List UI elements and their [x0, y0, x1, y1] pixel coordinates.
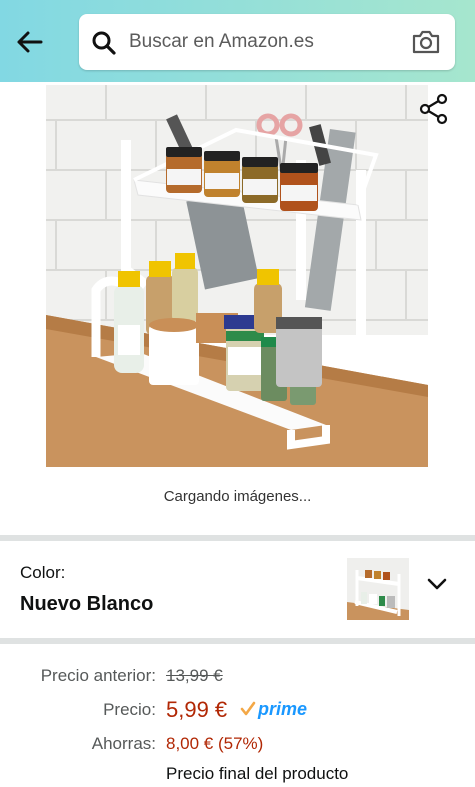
search-icon: [92, 31, 116, 55]
share-button[interactable]: [418, 93, 450, 125]
prime-badge: prime: [240, 697, 307, 721]
final-price-note: Precio final del producto: [166, 764, 349, 783]
previous-price-value: 13,99 €: [166, 666, 223, 685]
color-value: Nuevo Blanco: [20, 593, 154, 615]
search-input[interactable]: [129, 22, 399, 62]
savings-label: Ahorras:: [91, 734, 156, 753]
loading-images-text: Cargando imágenes...: [163, 488, 312, 505]
back-button[interactable]: [12, 26, 46, 58]
chevron-down-icon[interactable]: [426, 573, 448, 595]
search-bar[interactable]: [79, 14, 455, 70]
share-icon: [419, 93, 448, 125]
current-price-value: 5,99 €: [166, 697, 228, 722]
prime-check-icon: [240, 701, 256, 716]
camera-icon[interactable]: [411, 28, 441, 56]
spice-rack-photo: [46, 85, 428, 467]
previous-price-label: Precio anterior:: [40, 666, 156, 685]
prime-label: prime: [258, 698, 308, 719]
top-bar: [0, 0, 475, 82]
color-thumbnail[interactable]: [347, 558, 409, 620]
savings-value: 8,00 € (57%): [166, 734, 264, 753]
color-label: Color:: [20, 563, 66, 582]
current-price-label: Precio:: [103, 700, 156, 719]
divider: [0, 535, 475, 541]
product-image[interactable]: [46, 85, 428, 467]
color-selector[interactable]: Color: Nuevo Blanco: [0, 543, 475, 638]
arrow-left-icon: [17, 31, 43, 53]
divider: [0, 638, 475, 644]
